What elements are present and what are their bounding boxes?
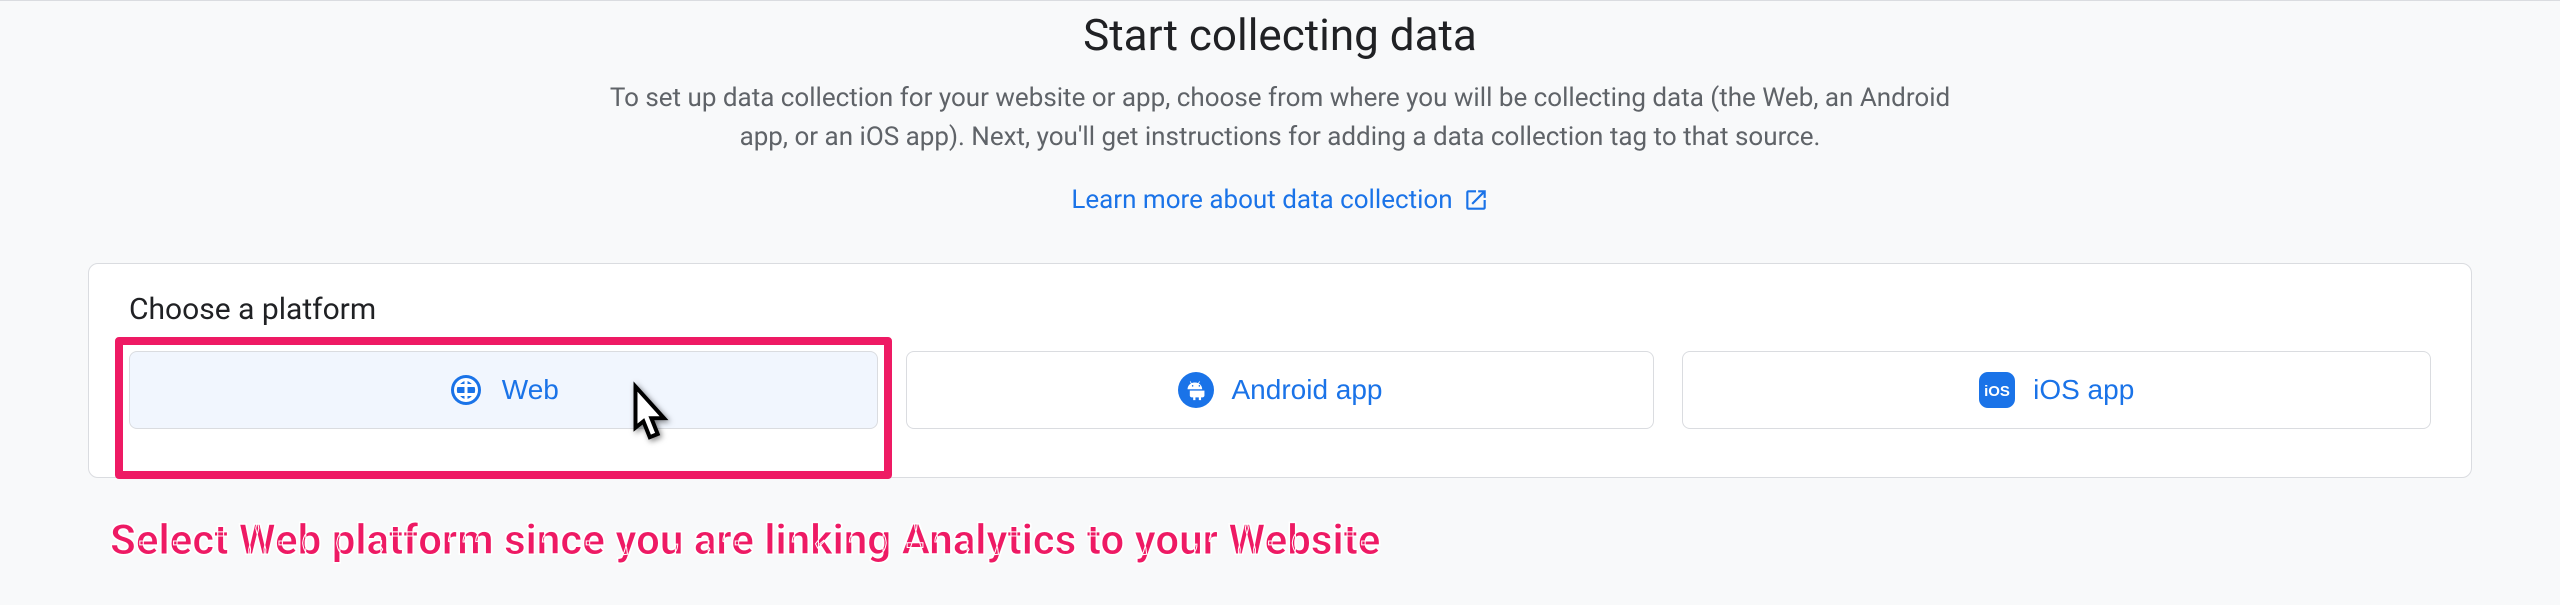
external-link-icon [1463,187,1489,213]
android-icon [1178,372,1214,408]
svg-text:iOS: iOS [1984,383,2010,400]
platform-list: Web Android app iOS [129,351,2431,429]
ios-icon: iOS [1979,372,2015,408]
platform-wrapper-web: Web [129,351,878,429]
platform-wrapper-android: Android app [906,351,1655,429]
platform-ios-button[interactable]: iOS iOS app [1682,351,2431,429]
card-title: Choose a platform [129,292,2431,327]
platform-android-label: Android app [1232,374,1383,406]
platform-card: Choose a platform Web [88,263,2472,478]
annotation-text: Select Web platform since you are linkin… [110,516,1380,565]
platform-web-label: Web [502,374,559,406]
page-description: To set up data collection for your websi… [600,79,1960,157]
web-icon [448,372,484,408]
page-container: Start collecting data To set up data col… [0,1,2560,478]
platform-wrapper-ios: iOS iOS app [1682,351,2431,429]
header-section: Start collecting data To set up data col… [0,9,2560,215]
page-title: Start collecting data [40,9,2520,61]
platform-ios-label: iOS app [2033,374,2134,406]
platform-web-button[interactable]: Web [129,351,878,429]
learn-more-label: Learn more about data collection [1071,185,1452,215]
platform-android-button[interactable]: Android app [906,351,1655,429]
learn-more-link[interactable]: Learn more about data collection [1071,185,1488,215]
